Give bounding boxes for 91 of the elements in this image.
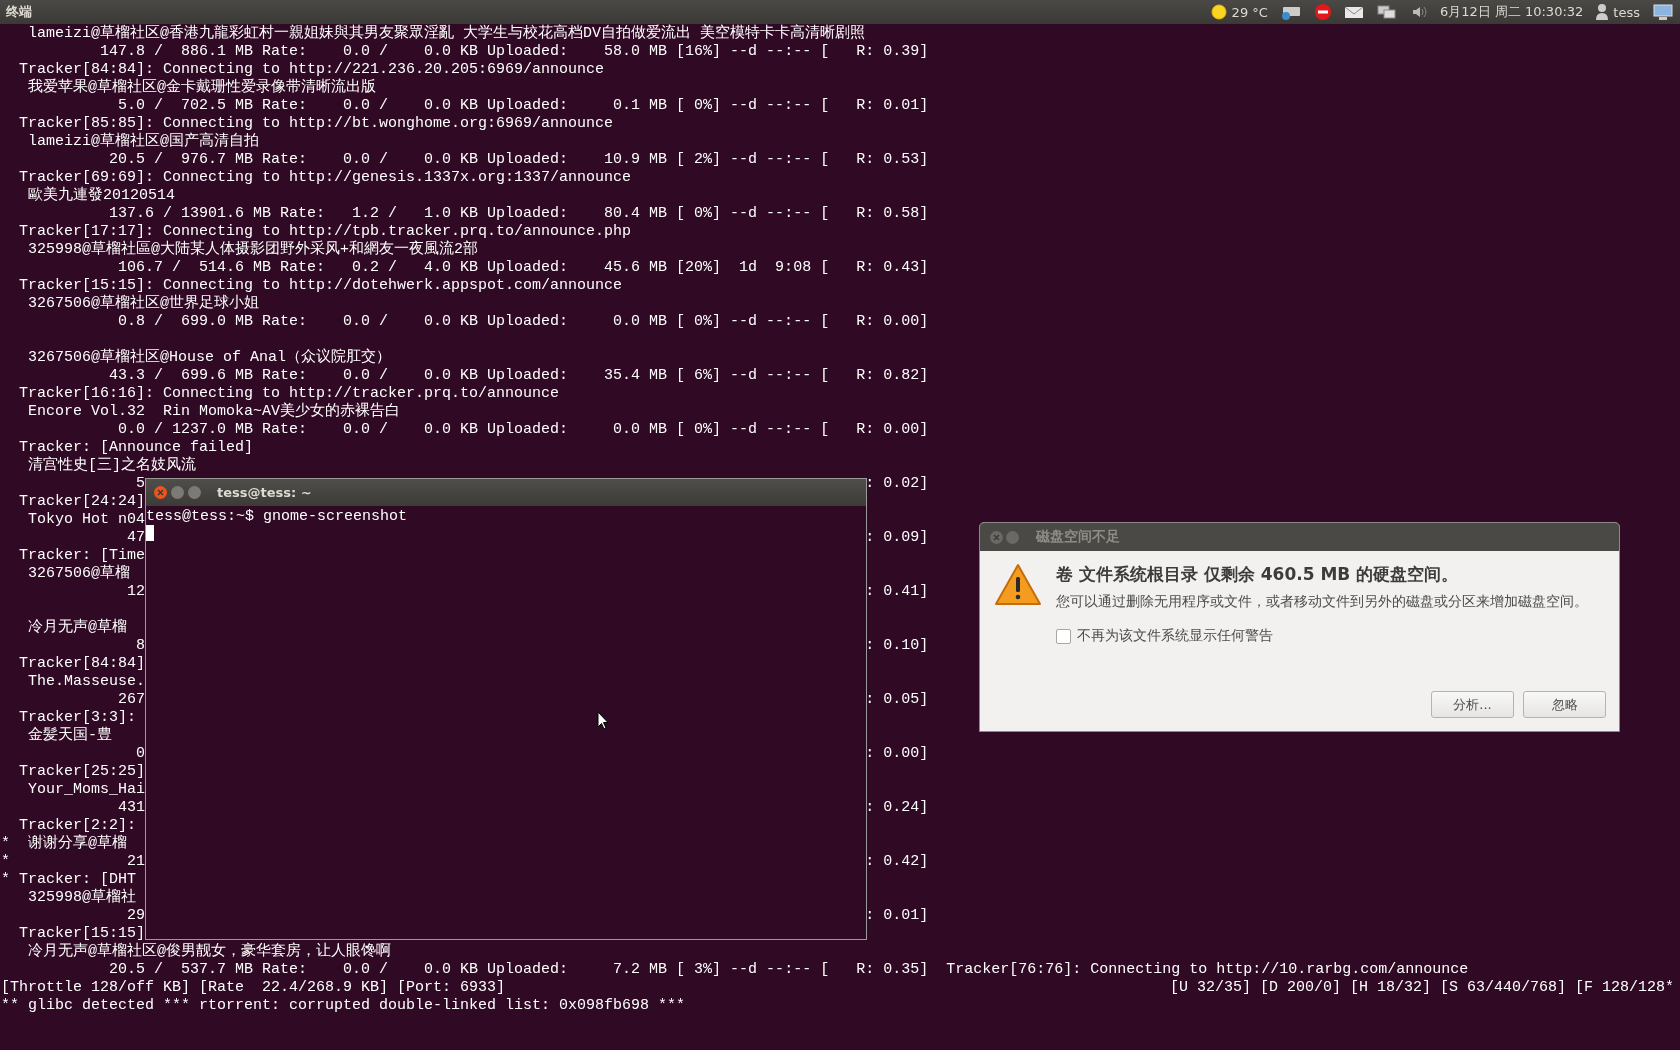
tracker-message: Tracker[24:24] [19, 493, 146, 511]
torrent-stats: 0 [136, 745, 146, 763]
checkbox[interactable] [1056, 628, 1071, 644]
torrent-stats: 431 [118, 799, 146, 817]
torrent-name: Your_Moms_Hai [28, 781, 146, 799]
close-icon[interactable] [154, 486, 167, 499]
weather-text[interactable]: 29 °C [1231, 4, 1268, 20]
no-entry-icon[interactable] [1313, 3, 1332, 21]
dialog-button[interactable]: 分析... [1431, 691, 1514, 718]
window-title: tess@tess: ~ [217, 485, 312, 500]
ratio-text: : 0.24] [865, 799, 929, 817]
user-name[interactable]: tess [1613, 4, 1640, 20]
maximize-icon[interactable] [188, 486, 201, 499]
tracker-message: Tracker: [DHT [19, 871, 137, 888]
bullet-mark: * [1, 835, 10, 853]
torrent-name: lameizi@草榴社区@国产高清自拍 [28, 133, 259, 151]
tracker-message: Tracker[25:25] [19, 763, 146, 781]
tracker-message: Tracker[84:84] [19, 655, 146, 673]
ratio-text: : 0.42] [865, 853, 929, 871]
dialog-button[interactable]: 忽略 [1523, 691, 1606, 718]
minimize-icon[interactable] [171, 486, 184, 499]
bullet-mark: * [1, 871, 10, 889]
torrent-name: 清宫性史[三]之名妓风流 [28, 457, 196, 475]
bullet-mark: * [1, 853, 10, 871]
torrent-stats: 0.0 / 1237.0 MB Rate: 0.0 / 0.0 KB Uploaded: 0.0 MB [ 0%] --d --:-- [ R: 0.00] [118, 421, 929, 439]
torrent-name: 我爱苹果@草榴社区@金卡戴珊性爱录像带清晰流出版 [28, 79, 376, 97]
dialog-message: 您可以通过删除无用程序或文件，或者移动文件到另外的磁盘或分区来增加磁盘空间。 [1056, 592, 1589, 611]
dialog-title: 磁盘空间不足 [1036, 528, 1120, 546]
torrent-stats: 20.5 / 537.7 MB Rate: 0.0 / 0.0 KB Uploaded: 7.2 MB [ 3%] --d --:-- [ R: 0.35] [109, 961, 929, 979]
checkbox-label: 不再为该文件系统显示任何警告 [1077, 627, 1273, 645]
ratio-text: : 0.01] [865, 907, 929, 925]
torrent-stats: 21 [127, 853, 146, 871]
warning-icon [994, 563, 1042, 607]
torrent-stats: 5 [136, 475, 146, 493]
torrent-name: 3267506@草榴社区@世界足球小姐 [28, 295, 259, 313]
torrent-name: lameizi@草榴社区@香港九龍彩虹村一親姐妹與其男友聚眾淫亂 大学生与校花高档DV自拍做爱流出 美空模特卡卡高清晰剧照 [28, 25, 866, 43]
torrent-stats: 137.6 / 13901.6 MB Rate: 1.2 / 1.0 KB Uploaded: 80.4 MB [ 0%] --d --:-- [ R: 0.58] [109, 205, 929, 223]
torrent-name: 冷月无声@草榴社区@俊男靓女，豪华套房，让人眼馋啊 [28, 943, 391, 961]
tracker-message: Tracker[3:3]: [19, 709, 137, 726]
sun-icon[interactable] [1209, 3, 1228, 21]
torrent-stats: 267 [118, 691, 146, 709]
torrent-name: The.Masseuse. [28, 673, 146, 691]
tracker-message: Tracker[84:84]: Connecting to http://221.236.20.205:6969/announce [19, 61, 605, 78]
status-text: [U 32/35] [D 200/0] [H 18/32] [S 63/440/768] [F 128/128* [1169, 979, 1674, 997]
clock-text[interactable]: 6月12日 周二 10:30:32 [1439, 3, 1584, 21]
torrent-stats: 12 [127, 583, 146, 601]
torrent-stats: 43.3 / 699.6 MB Rate: 0.0 / 0.0 KB Uploaded: 35.4 MB [ 6%] --d --:-- [ R: 0.82] [109, 367, 929, 385]
torrent-stats: 106.7 / 514.6 MB Rate: 0.2 / 4.0 KB Uploaded: 45.6 MB [20%] 1d 9:08 [ R: 0.43] [118, 259, 929, 277]
torrent-stats: 20.5 / 976.7 MB Rate: 0.0 / 0.0 KB Uploaded: 10.9 MB [ 2%] --d --:-- [ R: 0.53] [109, 151, 929, 169]
tracker-message: Tracker[15:15]: Connecting to http://dotehwerk.appspot.com/announce [19, 277, 623, 294]
torrent-stats: 0.8 / 699.0 MB Rate: 0.0 / 0.0 KB Uploaded: 0.0 MB [ 0%] --d --:-- [ R: 0.00] [118, 313, 929, 331]
torrent-name: Tokyo Hot n04 [28, 511, 146, 529]
ratio-text: : 0.41] [865, 583, 929, 601]
ratio-text: : 0.09] [865, 529, 929, 547]
torrent-name: 歐美九連發20120514 [28, 187, 175, 205]
network-icon[interactable] [1375, 3, 1398, 21]
ratio-text: : 0.10] [865, 637, 929, 655]
ratio-text: : 0.02] [865, 475, 929, 493]
torrent-name: 3267506@草榴社区@House of Anal（众议院肛交） [28, 349, 392, 367]
tracker-message: Tracker[69:69]: Connecting to http://genesis.1337x.org:1337/announce [19, 169, 632, 186]
tracker-message: Tracker[16:16]: Connecting to http://tracker.prq.to/announce [19, 385, 560, 402]
pointer-icon [597, 711, 609, 730]
torrent-name: 325998@草榴社區@大陆某人体摄影团野外采风+和網友一夜風流2部 [28, 241, 478, 259]
dialog-heading: 卷 文件系统根目录 仅剩余 460.5 MB 的硬盘空间。 [1056, 563, 1460, 586]
ratio-text: : 0.05] [865, 691, 929, 709]
user-icon[interactable] [1595, 3, 1610, 21]
tracker-message: Tracker[2:2]: [19, 817, 137, 834]
torrent-stats: 5.0 / 702.5 MB Rate: 0.0 / 0.0 KB Uploaded: 0.1 MB [ 0%] --d --:-- [ R: 0.01] [118, 97, 929, 115]
torrent-stats: 47 [127, 529, 146, 547]
computer-icon[interactable] [1652, 3, 1674, 21]
tracker-message: Tracker: [Time [19, 547, 146, 564]
tracker-message: Tracker[17:17]: Connecting to http://tpb.tracker.prq.to/announce.php [19, 223, 632, 240]
torrent-name: 谢谢分享@草榴 [28, 835, 128, 853]
torrent-stats: 29 [127, 907, 146, 925]
tracker-message: Tracker: [Announce failed] [19, 439, 254, 456]
torrent-name: 3267506@草榴 [28, 565, 130, 583]
tracker-message: Tracker[76:76]: Connecting to http://10.rarbg.com/announce [946, 961, 1469, 979]
error-message: ** glibc detected *** rtorrent: corrupted double-linked list: 0x098fb698 *** [1, 997, 686, 1015]
torrent-name: Encore Vol.32 Rin Momoka~AV美少女的赤裸告白 [28, 403, 401, 421]
torrent-stats: 8 [136, 637, 146, 655]
ratio-text: : 0.00] [865, 745, 929, 763]
status-text: [Throttle 128/off KB] [Rate 22.4/268.9 KB] [Port: 6933] [1, 979, 506, 997]
app-title: 终端 [6, 3, 32, 21]
torrent-name: 325998@草榴社 [28, 889, 136, 907]
command-prompt: tess@tess:~$ gnome-screenshot [146, 508, 408, 525]
torrent-name: 金髪天国-豊 [28, 727, 112, 745]
tracker-message: Tracker[15:15] [19, 925, 146, 942]
torrent-name: 冷月无声@草榴 [28, 619, 127, 637]
text-cursor [146, 525, 154, 541]
tracker-message: Tracker[85:85]: Connecting to http://bt.wonghome.org:6969/announce [19, 115, 614, 132]
torrent-stats: 147.8 / 886.1 MB Rate: 0.0 / 0.0 KB Uploaded: 58.0 MB [16%] --d --:-- [ R: 0.39] [100, 43, 929, 61]
